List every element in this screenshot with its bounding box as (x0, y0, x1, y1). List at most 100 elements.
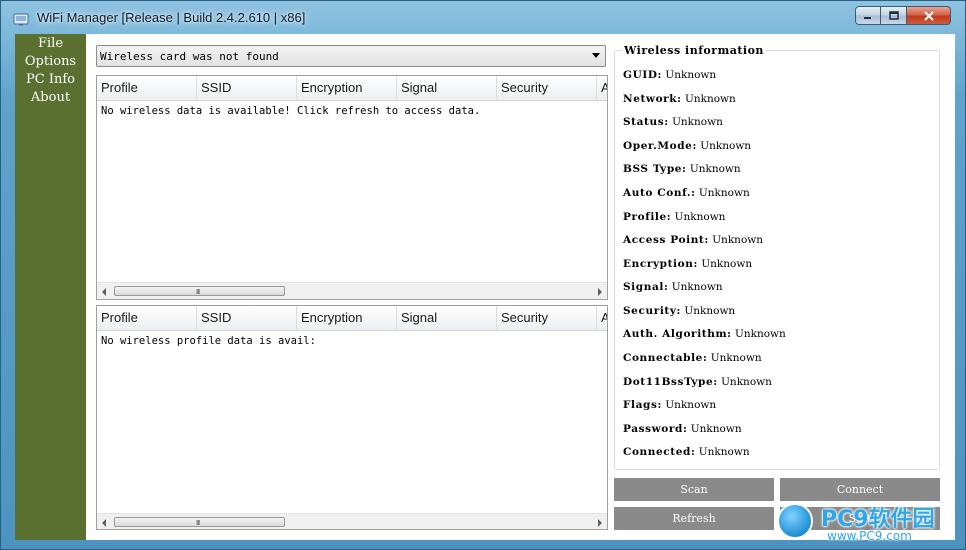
window-title: WiFi Manager [Release | Build 2.4.2.610 … (37, 10, 306, 25)
minimize-button[interactable] (855, 6, 881, 25)
networks-horizontal-scrollbar[interactable]: III (97, 282, 607, 299)
info-row-dot11bsstype: Dot11BssType: Unknown (623, 376, 772, 388)
info-row-signal: Signal: Unknown (623, 281, 723, 293)
info-row-status: Status: Unknown (623, 116, 723, 128)
scroll-right-icon[interactable] (598, 519, 602, 527)
info-value: Unknown (665, 69, 717, 81)
info-row-auth-algorithm: Auth. Algorithm: Unknown (623, 328, 786, 340)
maximize-button[interactable] (881, 6, 907, 25)
info-row-profile: Profile: Unknown (623, 211, 725, 223)
column-header-security[interactable]: Security (497, 76, 597, 100)
info-key: BSS Type: (623, 163, 687, 175)
scroll-thumb[interactable]: III (114, 286, 285, 296)
column-header-signal[interactable]: Signal (397, 306, 497, 330)
column-header-signal[interactable]: Signal (397, 76, 497, 100)
info-value: Unknown (710, 352, 762, 364)
column-header-auth[interactable]: A (597, 76, 607, 100)
profiles-empty-message: No wireless profile data is avail: (101, 335, 316, 347)
info-value: Unknown (701, 258, 753, 270)
info-key: GUID: (623, 69, 663, 81)
info-row-network: Network: Unknown (623, 93, 736, 105)
client-area: File Options PC Info About Wireless card… (15, 34, 955, 540)
info-key: Security: (623, 305, 682, 317)
info-value: Unknown (690, 423, 742, 435)
info-key: Status: (623, 116, 669, 128)
networks-empty-message: No wireless data is available! Click ref… (101, 105, 481, 117)
column-header-profile[interactable]: Profile (97, 76, 197, 100)
column-header-ssid[interactable]: SSID (197, 306, 297, 330)
info-value: Unknown (712, 234, 764, 246)
main-panel: Wireless card was not found Profile SSID… (86, 34, 955, 540)
site-watermark: PC9软件园 www.PC9.com (775, 497, 959, 547)
pc9-logo-icon (777, 503, 813, 539)
scan-button[interactable]: Scan (614, 478, 774, 501)
info-key: Signal: (623, 281, 669, 293)
sidebar-item-pc-info[interactable]: PC Info (15, 71, 86, 89)
profiles-list[interactable]: Profile SSID Encryption Signal Security … (96, 305, 608, 530)
chevron-down-icon (592, 53, 600, 58)
info-key: Oper.Mode: (623, 140, 697, 152)
info-key: Auth. Algorithm: (623, 328, 732, 340)
info-key: Access Point: (623, 234, 709, 246)
info-key: Profile: (623, 211, 672, 223)
maximize-icon (888, 10, 899, 20)
column-header-auth[interactable]: A (597, 306, 607, 330)
sidebar-item-options[interactable]: Options (15, 53, 86, 71)
info-row-encryption: Encryption: Unknown (623, 258, 752, 270)
info-value: Unknown (674, 211, 726, 223)
info-row-guid: GUID: Unknown (623, 69, 716, 81)
wireless-info-title: Wireless information (622, 44, 766, 57)
info-key: Connected: (623, 446, 696, 458)
scroll-left-icon[interactable] (102, 288, 106, 296)
close-button[interactable] (907, 6, 951, 25)
info-key: Connectable: (623, 352, 708, 364)
scroll-left-icon[interactable] (102, 519, 106, 527)
title-bar[interactable]: WiFi Manager [Release | Build 2.4.2.610 … (1, 1, 966, 35)
window-controls (855, 6, 951, 26)
info-key: Network: (623, 93, 682, 105)
refresh-button[interactable]: Refresh (614, 507, 774, 530)
networks-list[interactable]: Profile SSID Encryption Signal Security … (96, 75, 608, 300)
scroll-right-icon[interactable] (598, 288, 602, 296)
column-header-ssid[interactable]: SSID (197, 76, 297, 100)
minimize-icon (864, 16, 871, 19)
sidebar-item-file[interactable]: File (15, 35, 86, 53)
info-row-flags: Flags: Unknown (623, 399, 716, 411)
sidebar: File Options PC Info About (15, 34, 86, 540)
info-value: Unknown (684, 305, 736, 317)
info-value: Unknown (689, 163, 741, 175)
info-row-connectable: Connectable: Unknown (623, 352, 762, 364)
column-header-profile[interactable]: Profile (97, 306, 197, 330)
info-value: Unknown (685, 93, 736, 105)
scroll-thumb[interactable]: III (114, 517, 285, 527)
info-value: Unknown (698, 187, 750, 199)
adapter-select-value: Wireless card was not found (100, 50, 279, 63)
scroll-grip: III (196, 288, 200, 296)
info-row-bss-type: BSS Type: Unknown (623, 163, 741, 175)
column-header-encryption[interactable]: Encryption (297, 76, 397, 100)
info-row-security: Security: Unknown (623, 305, 735, 317)
info-key: Flags: (623, 399, 662, 411)
sidebar-menu: File Options PC Info About (15, 35, 86, 107)
info-key: Auto Conf.: (623, 187, 696, 199)
profiles-list-header: Profile SSID Encryption Signal Security … (97, 306, 607, 331)
info-value: Unknown (735, 328, 786, 340)
sidebar-item-about[interactable]: About (15, 89, 86, 107)
networks-list-header: Profile SSID Encryption Signal Security … (97, 76, 607, 101)
info-row-oper-mode: Oper.Mode: Unknown (623, 140, 751, 152)
column-header-security[interactable]: Security (497, 306, 597, 330)
info-row-connected: Connected: Unknown (623, 446, 750, 458)
info-value: Unknown (665, 399, 717, 411)
info-row-password: Password: Unknown (623, 423, 742, 435)
info-value: Unknown (672, 116, 723, 128)
info-value: Unknown (721, 376, 772, 388)
info-row-access-point: Access Point: Unknown (623, 234, 763, 246)
column-header-encryption[interactable]: Encryption (297, 306, 397, 330)
adapter-select[interactable]: Wireless card was not found (96, 45, 606, 67)
info-key: Dot11BssType: (623, 376, 718, 388)
profiles-horizontal-scrollbar[interactable]: III (97, 513, 607, 529)
info-value: Unknown (698, 446, 750, 458)
watermark-url: www.PC9.com (827, 529, 912, 543)
close-icon (923, 10, 934, 21)
scroll-grip: III (196, 519, 200, 527)
